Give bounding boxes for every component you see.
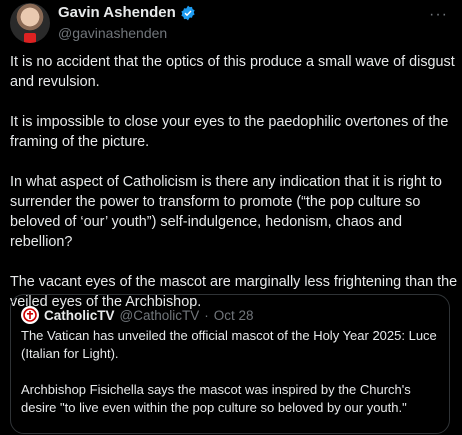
quoted-author-name: CatholicTV [44,307,115,323]
tweet-paragraph: In what aspect of Catholicism is there a… [10,174,442,250]
quoted-paragraph: The Vatican has unveiled the official ma… [21,328,437,361]
tweet-paragraph: It is no accident that the optics of thi… [10,54,455,90]
quoted-date: Oct 28 [213,307,254,323]
author-row: Gavin Ashenden [58,4,196,21]
tweet-text: It is no accident that the optics of thi… [10,52,458,332]
catholictv-logo-icon [23,308,37,322]
quoted-header: CatholicTV @CatholicTV · Oct 28 [21,306,254,324]
avatar[interactable] [10,3,50,43]
quoted-handle: @CatholicTV [119,307,200,323]
author-handle[interactable]: @gavinashenden [58,25,167,41]
quoted-text: The Vatican has unveiled the official ma… [21,327,441,435]
more-options-icon[interactable]: ··· [429,6,448,24]
tweet-paragraph: It is impossible to close your eyes to t… [10,114,449,150]
quoted-tweet[interactable]: CatholicTV @CatholicTV · Oct 28 The Vati… [10,294,450,434]
verified-badge-icon [181,5,195,20]
author-name[interactable]: Gavin Ashenden [58,4,176,21]
quoted-avatar [21,306,39,324]
quoted-separator: · [204,307,209,323]
quoted-paragraph: Archbishop Fisichella says the mascot wa… [21,382,411,415]
